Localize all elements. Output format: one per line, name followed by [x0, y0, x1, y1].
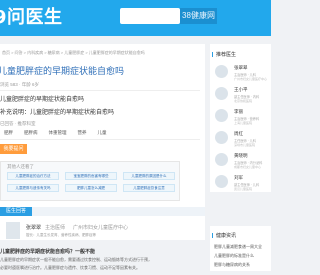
site-logo[interactable]: 9问医生: [0, 3, 63, 29]
tag-list: 肥胖 肥胖病 体重管理 营养 儿童: [4, 130, 118, 136]
doctor-name: 张翠翠: [234, 65, 248, 70]
doctor-name: 李丽: [234, 109, 243, 114]
doctor-name: 刘军: [234, 175, 243, 180]
related-title: 其他人还看了: [7, 164, 34, 169]
sidebar-doctor-item[interactable]: 刘军 副主任医师 · 儿科 武汉儿童医院: [210, 172, 271, 192]
ask-question-button[interactable]: 我要提问: [0, 144, 27, 154]
doctor-name: 黄晓明: [234, 153, 248, 158]
sidebar-doctor-item[interactable]: 李丽 主治医师 · 营养科 上海儿童医院: [210, 106, 271, 128]
doctor-info: 张翠翠 主治医师 广州市妇女儿童医疗中心: [26, 224, 128, 231]
tag-item[interactable]: 肥胖病: [24, 130, 38, 135]
related-questions-box: 其他人还看了 儿童肥胖症的治疗方法 宝宝肥胖的危害有哪些 儿童肥胖的原因是什么 …: [0, 161, 180, 201]
related-item[interactable]: 儿童肥胖与遗传有关吗: [7, 184, 59, 192]
doctor-hospital: 武汉儿童医院: [234, 187, 253, 191]
related-item[interactable]: 儿童肥胖症饮食注意: [123, 184, 175, 192]
tag-item[interactable]: 儿童: [98, 130, 107, 135]
answer-line: 儿童肥胖症的早期症状一般不能自愈，需要通过饮食控制、运动锻炼等方式进行干预，: [0, 257, 152, 262]
sidebar-doctors-title: 推荐医生: [212, 51, 236, 58]
doctor-hospital: 北京协和医院: [234, 99, 253, 103]
doctor-specialty: 擅长：儿童生长发育、营养性疾病、肥胖症等: [26, 233, 96, 237]
doctor-hospital: 上海儿童医院: [234, 121, 253, 125]
sidebar-article-link[interactable]: 肥胖与糖尿病的关系: [214, 262, 250, 268]
doctor-avatar: [215, 175, 228, 188]
question-title: 儿童肥胖症的早期症状能自愈吗: [0, 66, 125, 76]
sidebar-articles-title: 健康资讯: [212, 232, 236, 239]
doctor-avatar[interactable]: [6, 222, 20, 239]
related-item[interactable]: 儿童肥胖的原因是什么: [123, 172, 175, 180]
answer-section-label: 医生回答: [0, 207, 33, 216]
divider: [0, 139, 200, 140]
doctor-avatar: [215, 153, 228, 166]
tag-item[interactable]: 营养: [78, 130, 87, 135]
doctor-hospital: 成都市妇女儿童中心: [234, 165, 262, 169]
question-supplement: 补充说明：儿童肥胖症的早期症状能自愈吗: [0, 110, 115, 116]
tag-item[interactable]: 体重管理: [49, 130, 67, 135]
search-button[interactable]: 38健康网: [180, 8, 217, 24]
related-item[interactable]: 儿童肥胖症的治疗方法: [7, 172, 59, 180]
sidebar-doctors-panel: 推荐医生 张翠翠 主治医师 · 儿科 广州市妇女儿童医疗中心 王小平 副主任医师 · …: [210, 44, 271, 192]
answer-heading: 儿童肥胖症的早期症状能自愈吗？一般不能: [0, 249, 96, 255]
sidebar-articles-panel: 健康资讯 肥胖儿童减肥食谱一周大全 儿童肥胖的标准是什么 肥胖与糖尿病的关系: [210, 226, 271, 271]
divider: [0, 90, 200, 91]
answer-line: 必要时遵医嘱进行治疗。儿童肥胖症与遗传、饮食习惯、运动不足等因素有关。: [0, 265, 140, 270]
doctor-hospital: 广州市妇女儿童医疗中心: [73, 225, 129, 231]
question-section-label: 已回答 · 推荐科室: [0, 121, 36, 126]
breadcrumb[interactable]: 首页 > 问答 > 内科疾病 > 糖尿病 > 儿童肥胖症 > 儿童肥胖症的早期症…: [2, 50, 145, 56]
question-meta: 浏览 583 · 年龄 6岁: [0, 82, 40, 87]
doctor-role: 主治医师: [45, 225, 66, 231]
doctor-avatar: [215, 109, 228, 122]
doctor-avatar: [215, 87, 228, 100]
question-text: 儿童肥胖症的早期症状能自愈吗: [0, 97, 85, 103]
sidebar-doctor-item[interactable]: 黄晓明 主治医师 · 内分泌科 成都市妇女儿童中心: [210, 150, 271, 172]
doctor-hospital: 广州市妇女儿童医疗中心: [234, 77, 268, 81]
sidebar-article-link[interactable]: 儿童肥胖的标准是什么: [214, 253, 254, 259]
sidebar-doctor-item[interactable]: 王小平 副主任医师 · 内科 北京协和医院: [210, 84, 271, 106]
doctor-name[interactable]: 张翠翠: [26, 225, 41, 231]
sidebar-article-link[interactable]: 肥胖儿童减肥食谱一周大全: [214, 244, 262, 250]
doctor-name: 周红: [234, 131, 243, 136]
doctor-name: 王小平: [234, 87, 248, 92]
doctor-avatar: [215, 131, 228, 144]
header-bar: 9问医生 38健康网: [0, 0, 271, 36]
sidebar-doctor-item[interactable]: 张翠翠 主治医师 · 儿科 广州市妇女儿童医疗中心: [210, 62, 271, 84]
related-item[interactable]: 宝宝肥胖的危害有哪些: [65, 172, 117, 180]
answer-section-bar: 医生回答: [0, 207, 205, 216]
sidebar-doctor-item[interactable]: 周红 主任医师 · 儿科 深圳市儿童医院: [210, 128, 271, 150]
doctor-avatar: [215, 65, 228, 78]
search-input[interactable]: [120, 8, 180, 24]
related-item[interactable]: 肥胖儿童怎么减肥: [65, 184, 117, 192]
tag-item[interactable]: 肥胖: [4, 130, 13, 135]
doctor-hospital: 深圳市儿童医院: [234, 143, 256, 147]
